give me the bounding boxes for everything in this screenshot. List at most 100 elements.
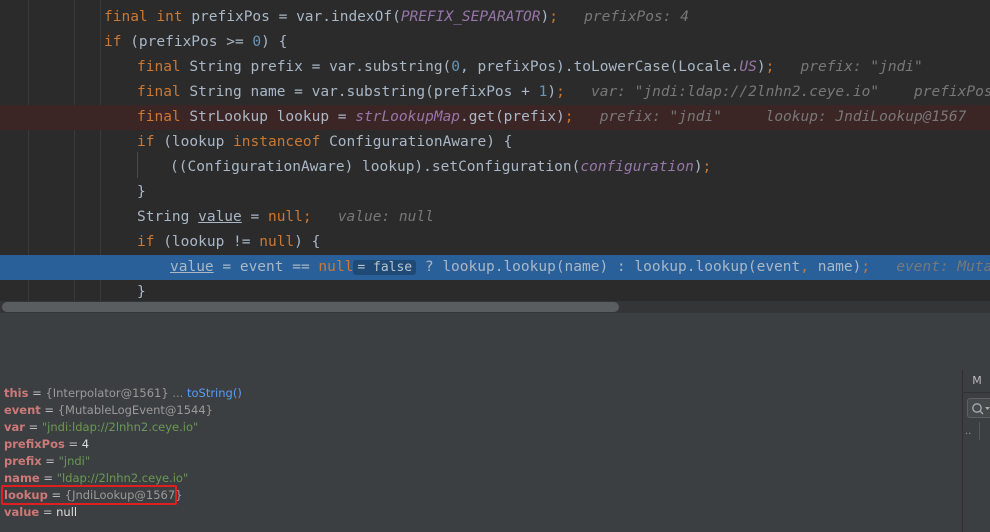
variable-row[interactable]: var = "jndi:ldap://2lnhn2.ceye.io": [4, 419, 198, 436]
variable-row[interactable]: prefixPos = 4: [4, 436, 89, 453]
code-token: ;: [302, 209, 312, 225]
variable-row[interactable]: this = {Interpolator@1561} ... toString(…: [4, 385, 242, 402]
code-token: final: [137, 59, 190, 75]
variable-row[interactable]: event = {MutableLogEvent@1544}: [4, 402, 213, 419]
code-token: if: [137, 134, 164, 150]
variable-value: null: [56, 505, 78, 519]
debugger-variables-panel[interactable]: this = {Interpolator@1561} ... toString(…: [0, 383, 962, 532]
code-token: null: [259, 234, 295, 250]
inline-debug-hint[interactable]: prefix: "jndi": [774, 59, 923, 75]
code-token: String: [137, 209, 199, 225]
code-token: StrLookup lookup =: [189, 109, 356, 125]
right-panel-row-label: ..: [965, 426, 972, 437]
variable-row[interactable]: lookup = {JndiLookup@1567}: [4, 487, 183, 504]
code-token: String name = var.substring(prefixPos +: [189, 84, 539, 100]
variable-value: {JndiLookup@1567}: [64, 488, 183, 502]
code-token: =: [241, 209, 268, 225]
inline-debug-hint[interactable]: prefixPos: 4: [558, 9, 689, 25]
code-token: ) {: [261, 34, 288, 50]
code-line[interactable]: }: [0, 280, 990, 301]
code-token: }: [137, 184, 146, 200]
right-panel-header-label: M: [963, 370, 990, 393]
variable-equals: =: [39, 471, 57, 485]
code-editor[interactable]: final int prefixPos = var.indexOf(PREFIX…: [0, 0, 990, 301]
inline-value-badge[interactable]: = false: [353, 260, 417, 275]
inline-debug-hint[interactable]: prefix: "jndi" lookup: JndiLookup@1567 s…: [574, 109, 990, 125]
inline-debug-hint[interactable]: value: null: [312, 209, 434, 225]
variable-name: lookup: [4, 488, 48, 502]
variable-tostring-link[interactable]: toString(): [187, 386, 242, 400]
code-token: ConfigurationAware) {: [329, 134, 513, 150]
code-token: prefixPos = var.indexOf(: [191, 9, 401, 25]
code-token: ): [540, 9, 550, 25]
variable-row[interactable]: name = "ldap://2lnhn2.ceye.io": [4, 470, 188, 487]
code-line[interactable]: if (lookup instanceof ConfigurationAware…: [0, 130, 990, 155]
variable-ellipsis: ...: [168, 386, 187, 400]
code-line[interactable]: value = event == null = false ? lookup.lo…: [0, 255, 990, 280]
variable-value: "ldap://2lnhn2.ceye.io": [56, 471, 189, 485]
code-token: ,: [800, 259, 809, 275]
code-token: (prefixPos >=: [130, 34, 253, 50]
code-token: , prefixPos).toLowerCase(Locale.: [460, 59, 740, 75]
code-token: String prefix = var.substring(: [189, 59, 452, 75]
variable-equals: =: [64, 437, 82, 451]
code-token: null: [318, 259, 354, 275]
variable-value: "jndi": [58, 454, 91, 468]
code-token: = event ==: [213, 259, 319, 275]
code-token: 0: [252, 34, 262, 50]
code-line[interactable]: if (lookup != null) {: [0, 230, 990, 255]
editor-horizontal-scrollbar-thumb[interactable]: [2, 302, 619, 312]
code-token: ;: [861, 259, 871, 275]
code-line[interactable]: final int prefixPos = var.indexOf(PREFIX…: [0, 5, 990, 30]
code-line[interactable]: final String name = var.substring(prefix…: [0, 80, 990, 105]
debugger-toolbar-lower[interactable]: [0, 340, 990, 371]
code-token: ;: [556, 84, 565, 100]
code-line[interactable]: }: [0, 180, 990, 205]
code-token: final: [104, 9, 157, 25]
debugger-toolbar-upper[interactable]: [0, 313, 990, 341]
code-token: final: [137, 84, 190, 100]
search-icon: [972, 403, 990, 415]
code-token: name): [808, 259, 862, 275]
code-token: strLookupMap: [355, 109, 461, 125]
variable-name: prefixPos: [4, 437, 65, 451]
code-line[interactable]: ((ConfigurationAware) lookup).setConfigu…: [0, 155, 990, 180]
variable-equals: =: [40, 403, 58, 417]
code-line[interactable]: if (prefixPos >= 0) {: [0, 30, 990, 55]
code-token: ;: [702, 159, 712, 175]
variable-name: prefix: [4, 454, 42, 468]
variable-name: event: [4, 403, 41, 417]
variable-row[interactable]: value = null: [4, 504, 77, 521]
code-token: ((ConfigurationAware) lookup).setConfigu…: [170, 159, 581, 175]
variable-value: {Interpolator@1561}: [45, 386, 169, 400]
variable-equals: =: [28, 386, 46, 400]
right-panel-search-box[interactable]: [967, 398, 990, 418]
code-token: }: [137, 284, 146, 300]
code-token: 0: [451, 59, 461, 75]
code-token: value: [198, 209, 242, 225]
inline-debug-hint[interactable]: event: MutableLogEv: [870, 259, 990, 275]
code-token: ) {: [294, 234, 321, 250]
code-token: value: [170, 259, 214, 275]
code-token: (lookup !=: [163, 234, 260, 250]
code-token: if: [137, 234, 164, 250]
code-line[interactable]: String value = null; value: null: [0, 205, 990, 230]
indent-guide: [137, 152, 138, 178]
debugger-frames-strip[interactable]: [0, 370, 990, 384]
variable-equals: =: [47, 488, 65, 502]
code-token: .get(prefix): [460, 109, 565, 125]
code-token: US: [739, 59, 757, 75]
code-line[interactable]: final StrLookup lookup = strLookupMap.ge…: [0, 105, 990, 130]
code-token: ;: [549, 9, 558, 25]
code-line[interactable]: final String prefix = var.substring(0, p…: [0, 55, 990, 80]
code-token: ;: [564, 109, 574, 125]
code-token: PREFIX_SEPARATOR: [400, 9, 541, 25]
variable-equals: =: [41, 454, 59, 468]
code-token: ): [756, 59, 766, 75]
right-side-panel[interactable]: M ..: [962, 370, 990, 532]
inline-debug-hint[interactable]: var: "jndi:ldap://2lnhn2.ceye.io" prefix…: [565, 84, 990, 100]
variable-equals: =: [24, 420, 42, 434]
variable-name: var: [4, 420, 25, 434]
variable-value: 4: [81, 437, 90, 451]
variable-row[interactable]: prefix = "jndi": [4, 453, 90, 470]
